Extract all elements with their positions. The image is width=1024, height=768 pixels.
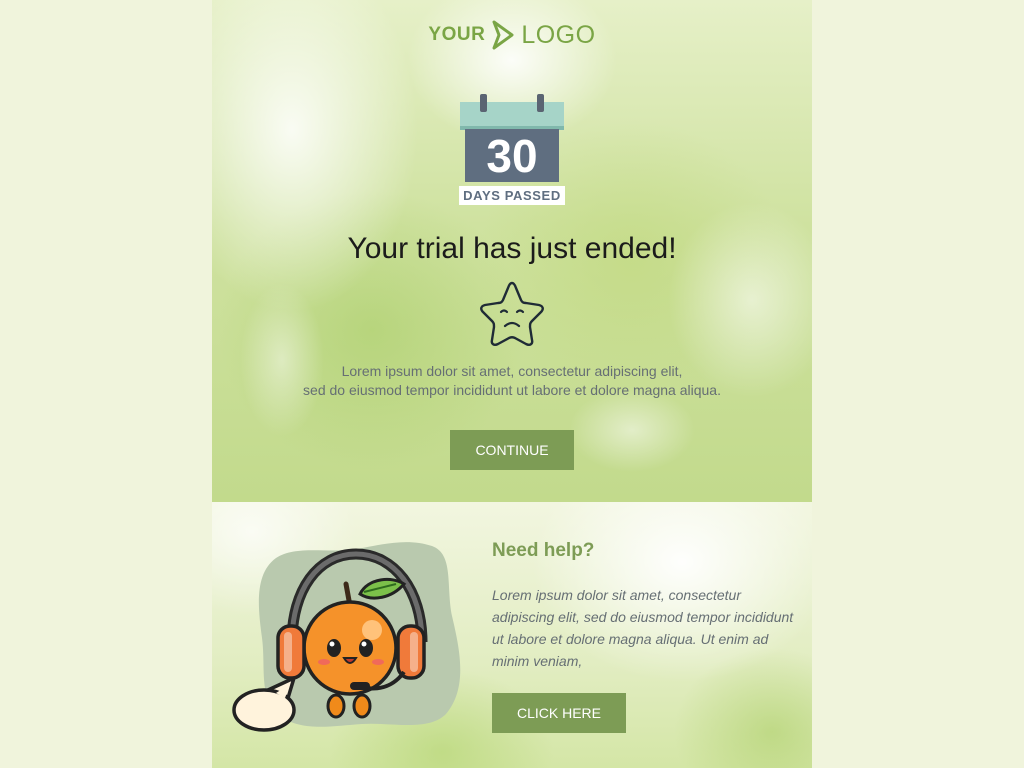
help-text: Lorem ipsum dolor sit amet, consectetur … [492,587,794,669]
days-passed-label: DAYS PASSED [459,186,565,205]
days-count: 30 [465,129,559,182]
orange-support-mascot [232,542,461,732]
body-line-1: Lorem ipsum dolor sit amet, consectetur … [341,363,683,379]
continue-button[interactable]: CONTINUE [450,430,574,470]
logo-text-logo: LOGO [521,20,596,49]
calendar-header [460,102,564,130]
logo[interactable]: YOUR LOGO [212,18,812,52]
email-body: YOUR LOGO 30 DAYS PASSED Your trial has … [212,0,812,768]
hero-section: YOUR LOGO 30 DAYS PASSED Your trial has … [212,0,812,502]
body-line-2: sed do eiusmod tempor incididunt ut labo… [303,382,721,398]
sad-star-icon [480,281,544,346]
help-section: Need help? Lorem ipsum dolor sit amet, c… [212,502,812,768]
chevron-arrow-icon [492,20,514,50]
calendar-ring [537,94,544,112]
body-text: Lorem ipsum dolor sit amet, consectetur … [212,362,812,400]
calendar-ring [480,94,487,112]
calendar-icon: 30 DAYS PASSED [458,94,566,208]
click-here-button[interactable]: CLICK HERE [492,693,626,733]
logo-text-your: YOUR [428,24,486,45]
headline: Your trial has just ended! [347,232,677,265]
help-title: Need help? [492,540,595,561]
